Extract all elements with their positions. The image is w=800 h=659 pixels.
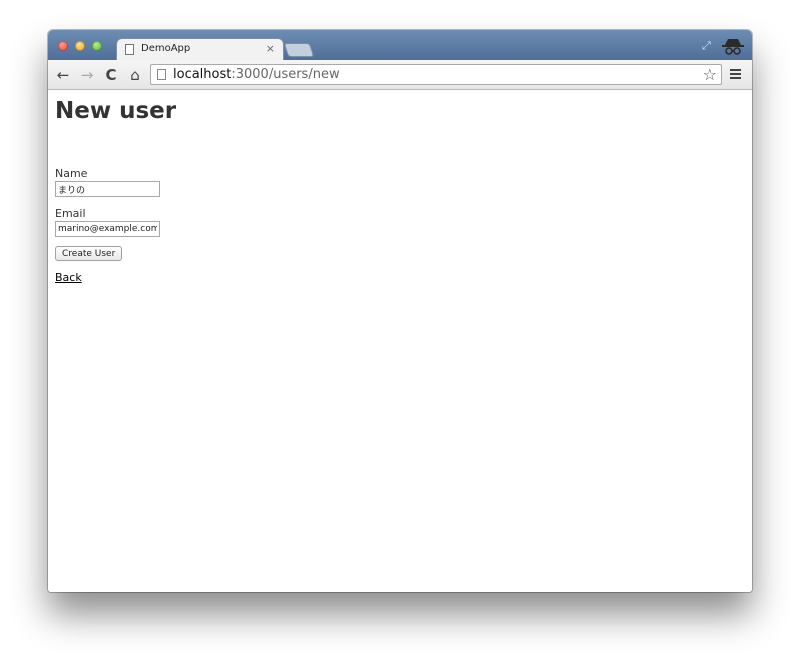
- fullscreen-icon[interactable]: ⤢: [702, 39, 711, 53]
- browser-window: DemoApp × ⤢ ← → C ⌂ localhost:3000/users…: [48, 30, 752, 592]
- home-icon[interactable]: ⌂: [126, 65, 144, 85]
- name-label: Name: [55, 167, 88, 180]
- tab-title: DemoApp: [141, 43, 191, 54]
- zoom-window-button[interactable]: [92, 41, 102, 51]
- tab-close-icon[interactable]: ×: [266, 42, 275, 55]
- create-user-button[interactable]: Create User: [55, 246, 123, 261]
- minimize-window-button[interactable]: [75, 41, 85, 51]
- back-link[interactable]: Back: [55, 271, 82, 284]
- new-tab-button[interactable]: [283, 43, 315, 57]
- url-host: localhost: [173, 67, 232, 82]
- browser-toolbar: ← → C ⌂ localhost:3000/users/new ☆: [48, 60, 752, 90]
- bookmark-star-icon[interactable]: ☆: [703, 65, 717, 84]
- name-field[interactable]: [55, 181, 160, 197]
- menu-icon[interactable]: [730, 69, 741, 80]
- email-field[interactable]: [55, 221, 160, 237]
- address-bar[interactable]: localhost:3000/users/new ☆: [150, 64, 722, 85]
- url-path: :3000/users/new: [231, 67, 340, 82]
- tab-demoapp[interactable]: DemoApp ×: [116, 38, 284, 60]
- page-icon: [157, 69, 166, 80]
- incognito-icon: [722, 39, 744, 55]
- title-bar: DemoApp × ⤢: [48, 30, 752, 60]
- page-icon: [125, 44, 134, 55]
- url-text[interactable]: localhost:3000/users/new: [173, 67, 340, 82]
- page-content: New user Name Email Create User Back: [48, 90, 752, 592]
- reload-icon[interactable]: C: [102, 65, 120, 85]
- back-icon[interactable]: ←: [54, 65, 72, 85]
- forward-icon[interactable]: →: [78, 65, 96, 85]
- close-window-button[interactable]: [58, 41, 68, 51]
- page-title: New user: [55, 98, 177, 124]
- email-label: Email: [55, 207, 86, 220]
